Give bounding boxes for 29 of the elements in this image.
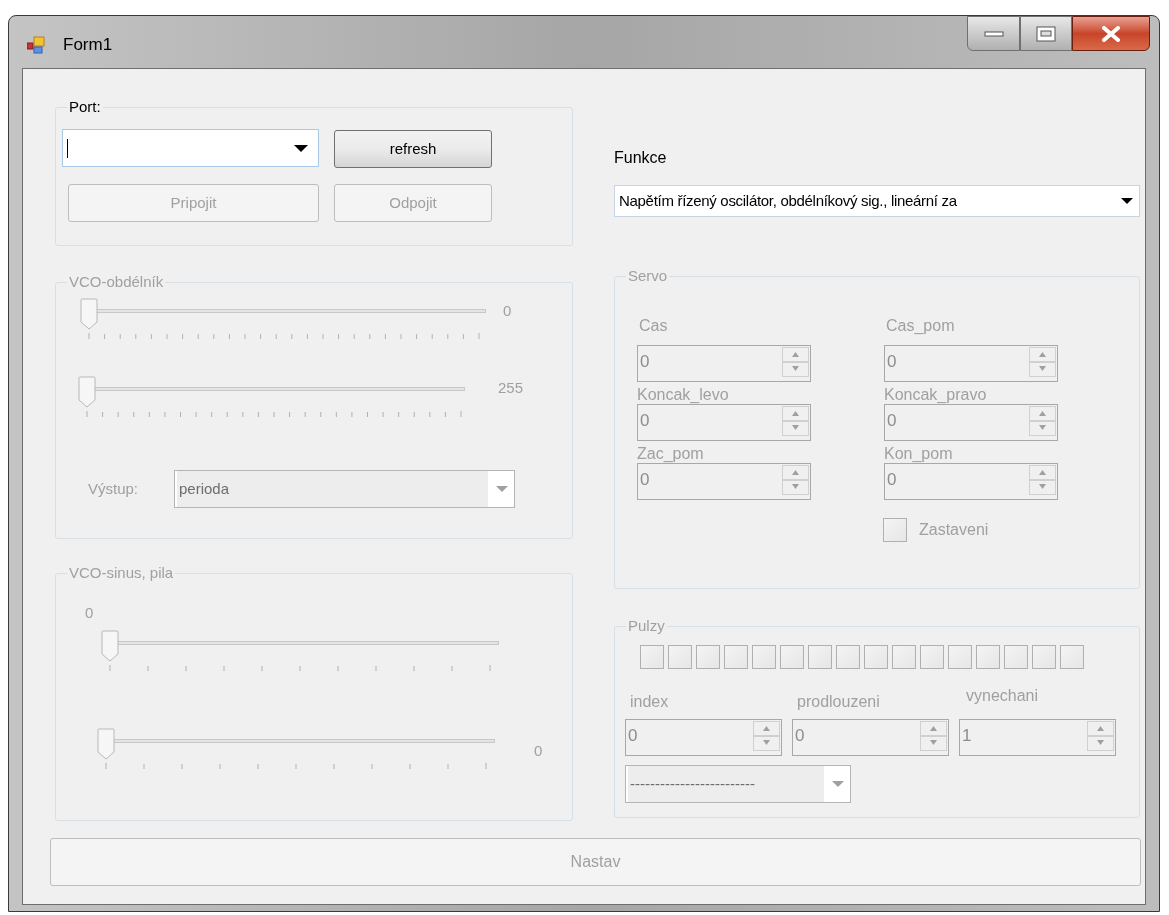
slider-value: 0 — [85, 603, 94, 623]
field-label: Koncak_pravo — [884, 385, 988, 405]
maximize-button[interactable] — [1020, 16, 1072, 51]
field-label: Cas — [639, 316, 669, 336]
dropdown[interactable]: Napětím řízený oscilátor, obdélníkový sig., lineární za — [614, 185, 1140, 217]
minimize-icon — [983, 30, 1004, 37]
field-label: Funkce — [614, 148, 667, 168]
checkbox-label: Zastaveni — [919, 520, 989, 540]
slider-value: 255 — [498, 378, 524, 398]
field-label: Zac_pom — [637, 444, 705, 464]
text-cursor — [67, 139, 68, 158]
slider-value: 0 — [534, 740, 543, 761]
field-label: prodlouzeni — [797, 692, 881, 712]
port-dropdown[interactable] — [62, 129, 319, 167]
field-label: Kon_pom — [884, 444, 954, 464]
field-label: Koncak_levo — [637, 385, 730, 405]
minimize-button[interactable] — [967, 16, 1020, 51]
window-title: Form1 — [63, 34, 113, 56]
app-icon — [27, 36, 45, 54]
maximize-icon — [1036, 25, 1056, 42]
close-button[interactable] — [1072, 16, 1150, 51]
slider-value: 0 — [503, 301, 512, 321]
field-label: Výstup: — [88, 478, 140, 499]
button[interactable]: refresh — [334, 130, 492, 168]
field-label: vynechani — [966, 686, 1040, 706]
field-label: Cas_pom — [886, 316, 956, 336]
close-icon — [1101, 25, 1121, 42]
field-label: index — [630, 692, 670, 712]
dropdown-arrow-icon — [292, 143, 310, 153]
